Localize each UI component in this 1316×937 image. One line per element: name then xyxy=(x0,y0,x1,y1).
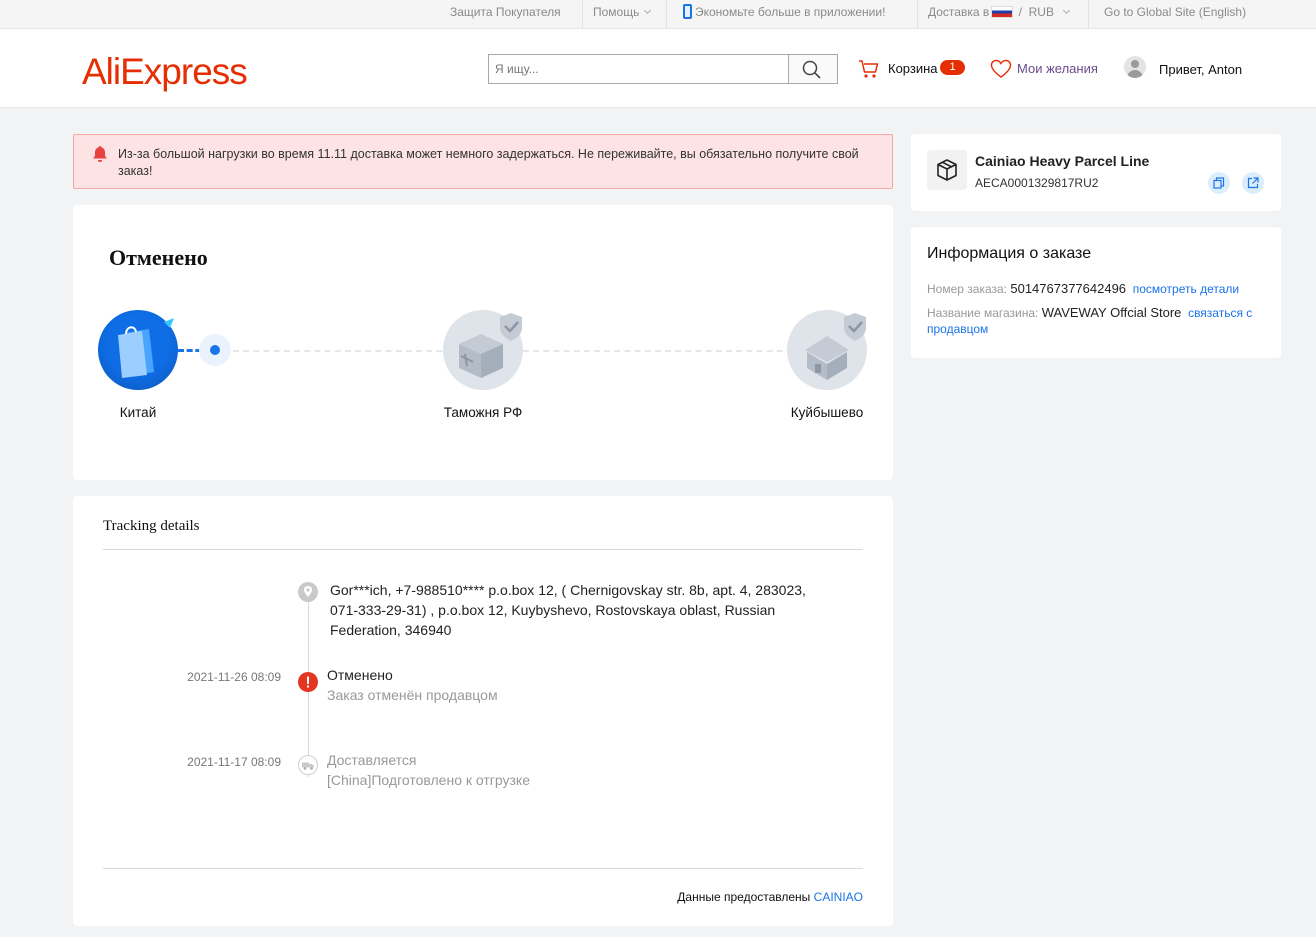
divider xyxy=(1088,0,1089,28)
store-name-row: Название магазина: WAVEWAY Offcial Store… xyxy=(927,305,1267,337)
divider xyxy=(666,0,667,28)
phone-icon xyxy=(683,4,692,19)
order-number-row: Номер заказа: 5014767377642496 посмотрет… xyxy=(927,281,1267,297)
open-external-button[interactable] xyxy=(1242,172,1264,194)
external-link-icon xyxy=(1247,177,1259,189)
help-label: Помощь xyxy=(593,5,640,19)
currency-label: RUB xyxy=(1028,5,1054,19)
alert-icon xyxy=(298,672,318,692)
app-promo-link[interactable]: Экономьте больше в приложении! xyxy=(683,0,885,28)
carrier-name: Cainiao Heavy Parcel Line xyxy=(975,153,1150,169)
event-time: 2021-11-26 08:09 xyxy=(187,670,281,684)
provider-label: Данные предоставлены xyxy=(677,890,811,904)
site-header: AliExpress Корзина 1 Мои желания Привет,… xyxy=(0,29,1316,108)
greeting: Привет, Anton xyxy=(1159,62,1243,77)
customs-box-icon xyxy=(459,313,522,378)
stage-customs xyxy=(443,310,523,390)
stage-label-destination: Куйбышево xyxy=(790,405,864,420)
stage-china xyxy=(98,310,178,390)
package-icon xyxy=(927,150,967,190)
event-title: Доставляется xyxy=(327,752,417,768)
order-status-title: Отменено xyxy=(109,245,208,270)
delivery-delay-notice: Из-за большой нагрузки во время 11.11 до… xyxy=(73,134,893,189)
store-name-label: Название магазина: xyxy=(927,306,1039,320)
notice-text: Из-за большой нагрузки во время 11.11 до… xyxy=(118,147,859,178)
search-input[interactable] xyxy=(489,55,788,83)
provider-link[interactable]: CAINIAO xyxy=(814,890,863,904)
bell-icon xyxy=(93,146,107,162)
search-bar xyxy=(488,54,838,84)
order-info-card: Информация о заказе Номер заказа: 501476… xyxy=(911,227,1281,358)
stage-label-customs: Таможня РФ xyxy=(443,405,523,420)
data-provider-note: Данные предоставлены CAINIAO xyxy=(677,890,863,904)
stage-destination xyxy=(787,310,867,390)
copy-button[interactable] xyxy=(1208,172,1230,194)
aliexpress-logo[interactable]: AliExpress xyxy=(82,51,248,93)
divider xyxy=(103,549,863,550)
cart-icon xyxy=(859,60,879,78)
app-promo-label: Экономьте больше в приложении! xyxy=(695,5,886,19)
cart-label: Корзина xyxy=(888,61,938,76)
location-pin-icon xyxy=(298,582,318,602)
copy-icon xyxy=(1213,177,1225,189)
search-icon xyxy=(802,60,821,79)
order-number-value: 5014767377642496 xyxy=(1010,281,1127,296)
event-description: [China]Подготовлено к отгрузке xyxy=(327,772,530,788)
shipping-label: Доставка в xyxy=(928,5,990,19)
shipping-status-card: Отменено Китай Таможня РФ Куйбышево xyxy=(73,205,893,480)
event-title: Отменено xyxy=(327,667,393,683)
stage-label-china: Китай xyxy=(119,405,157,420)
event-time: 2021-11-17 08:09 xyxy=(187,755,281,769)
delivery-address: Gor***ich, +7-988510**** p.o.box 12, ( C… xyxy=(330,582,806,638)
heart-icon xyxy=(990,59,1012,78)
search-button[interactable] xyxy=(788,55,837,83)
view-details-link[interactable]: посмотреть детали xyxy=(1133,282,1239,296)
store-name-value: WAVEWAY Offcial Store xyxy=(1041,305,1182,320)
help-menu[interactable]: Помощь xyxy=(593,0,652,28)
carrier-card: Cainiao Heavy Parcel Line AECA0001329817… xyxy=(911,134,1281,211)
top-utility-bar: Защита Покупателя Помощь Экономьте больш… xyxy=(0,0,1316,29)
tracking-details-title: Tracking details xyxy=(103,518,200,534)
chevron-down-icon xyxy=(1062,6,1070,15)
currency-separator: / xyxy=(1018,5,1022,19)
order-number-label: Номер заказа: xyxy=(927,282,1008,296)
avatar xyxy=(1124,56,1146,78)
truck-icon xyxy=(298,755,318,775)
order-info-title: Информация о заказе xyxy=(927,245,1092,262)
divider xyxy=(917,0,918,28)
wishlist-label: Мои желания xyxy=(1017,61,1098,76)
global-site-link[interactable]: Go to Global Site (English) xyxy=(1104,0,1246,28)
progress-line xyxy=(523,350,803,352)
shipping-currency-menu[interactable]: Доставка в / RUB xyxy=(928,0,1070,28)
event-description: Заказ отменён продавцом xyxy=(327,687,498,703)
shopping-bag-icon xyxy=(118,318,174,378)
tracking-details-card: Tracking details Gor***ich, +7-988510***… xyxy=(73,496,893,926)
tracking-number: AECA0001329817RU2 xyxy=(975,176,1099,190)
current-position-marker xyxy=(199,334,231,366)
divider xyxy=(103,868,863,869)
house-icon xyxy=(805,313,866,380)
buyer-protection-link[interactable]: Защита Покупателя xyxy=(450,0,561,28)
russia-flag-icon xyxy=(991,6,1014,18)
chevron-down-icon xyxy=(644,6,652,15)
cart-count-badge: 1 xyxy=(940,60,965,75)
divider xyxy=(582,0,583,28)
